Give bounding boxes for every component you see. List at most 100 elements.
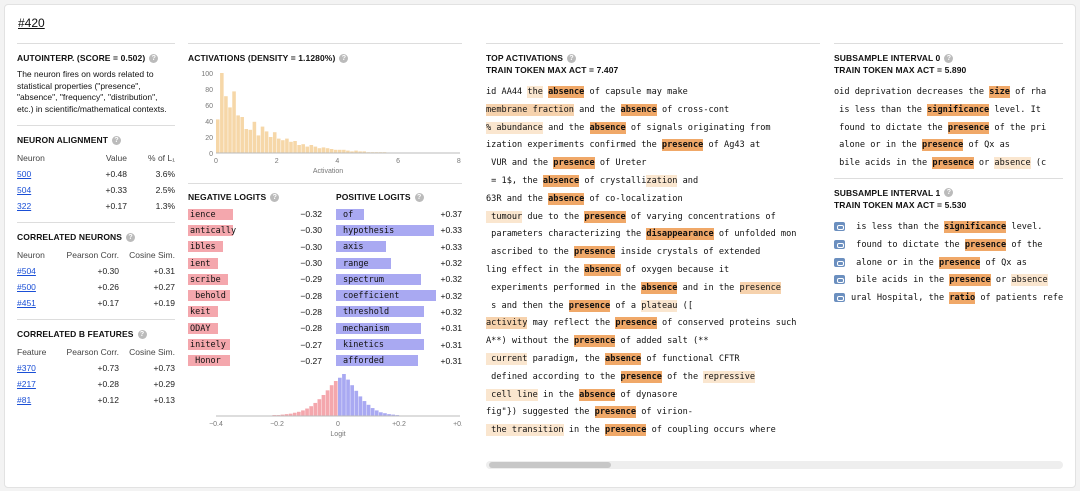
feature-id-link[interactable]: #420 — [18, 16, 45, 30]
negative-logits-title-text: NEGATIVE LOGITS — [188, 192, 267, 202]
subsample1-title-text: SUBSAMPLE INTERVAL 1 — [834, 187, 941, 198]
logit-token-wrap: mechanism — [335, 322, 421, 334]
positive-logit-bar — [366, 404, 371, 416]
row-link[interactable]: #217 — [17, 379, 36, 389]
activation-bar — [301, 144, 305, 153]
example-line[interactable]: s and then the presence of a plateau ([ — [486, 299, 820, 317]
row-link[interactable]: 322 — [17, 201, 31, 211]
row-link[interactable]: #504 — [17, 266, 36, 276]
example-line[interactable]: A**) without the presence of added salt … — [486, 334, 820, 352]
negative-logit-bar — [317, 399, 322, 416]
expand-toggle-icon[interactable] — [834, 221, 845, 231]
help-icon[interactable]: ? — [944, 53, 954, 63]
example-token: absence — [579, 388, 616, 401]
example-token: presence — [661, 139, 704, 152]
example-token: presence — [949, 274, 991, 287]
x-tick-label: −0.2 — [270, 421, 284, 428]
example-line[interactable]: VUR and the presence of Ureter — [486, 156, 820, 174]
example-line[interactable]: ization experiments confirmed the presen… — [486, 138, 820, 156]
example-line[interactable]: the transition in the presence of coupli… — [486, 423, 820, 441]
horizontal-scrollbar[interactable] — [486, 461, 1063, 469]
example-line[interactable]: = 1$, the absence of crystallization and — [486, 174, 820, 192]
example-line[interactable]: ling effect in the absence of oxygen bec… — [486, 263, 820, 281]
example-token: alone or in the — [851, 257, 939, 268]
example-line[interactable]: fig"}) suggested the presence of virion- — [486, 405, 820, 423]
y-tick-label: 20 — [205, 135, 213, 142]
correlated-neurons-title-text: CORRELATED NEURONS — [17, 232, 123, 242]
expand-toggle-icon[interactable] — [834, 257, 845, 267]
example-token: absence — [1011, 274, 1048, 287]
example-line[interactable]: bile acids in the presence or absence — [834, 273, 1063, 291]
example-line[interactable]: defined according to the presence of the… — [486, 370, 820, 388]
example-token: of added salt (** — [615, 336, 709, 347]
example-line[interactable]: experiments performed in the absence and… — [486, 281, 820, 299]
example-line[interactable]: is less than the significance level. It — [834, 103, 1063, 121]
correlated-b-title-text: CORRELATED B FEATURES — [17, 329, 134, 339]
example-token: of the pri — [989, 122, 1047, 133]
example-line[interactable]: oid deprivation decreases the size of rh… — [834, 85, 1063, 103]
example-token: s and then the — [486, 300, 569, 311]
row-link[interactable]: 500 — [17, 169, 31, 179]
logit-token: axis — [337, 242, 364, 253]
help-icon[interactable]: ? — [567, 53, 577, 63]
example-line[interactable]: found to dictate the presence of the pri — [834, 121, 1063, 139]
logit-token-wrap: ODAY — [188, 322, 218, 334]
example-line[interactable]: cell line in the absence of dynasore — [486, 388, 820, 406]
correlated-neurons-title: CORRELATED NEURONS ? — [17, 232, 175, 242]
subsample0-subtitle: TRAIN TOKEN MAX ACT = 5.890 — [834, 65, 967, 75]
top-activations-title-text: TOP ACTIVATIONS — [486, 53, 564, 63]
example-line[interactable]: membrane fraction and the absence of cro… — [486, 103, 820, 121]
help-icon[interactable]: ? — [339, 53, 349, 63]
row-link[interactable]: #370 — [17, 363, 36, 373]
example-line[interactable]: id AA44 the absence of capsule may make — [486, 85, 820, 103]
help-icon[interactable]: ? — [112, 135, 122, 145]
example-line[interactable]: parameters characterizing the disappeara… — [486, 227, 820, 245]
example-line[interactable]: ascribed to the presence inside crystals… — [486, 245, 820, 263]
logit-token-wrap: ient — [188, 257, 218, 269]
help-icon[interactable]: ? — [270, 192, 280, 202]
row-link[interactable]: #451 — [17, 298, 36, 308]
example-line[interactable]: is less than the significance level. — [834, 220, 1063, 238]
example-line[interactable]: found to dictate the presence of the — [834, 238, 1063, 256]
help-icon[interactable]: ? — [126, 232, 136, 242]
top-activations-column: TOP ACTIVATIONS ? TRAIN TOKEN MAX ACT = … — [486, 43, 820, 441]
example-token: presence — [594, 406, 637, 419]
example-line[interactable]: % abundance and the absence of signals o… — [486, 121, 820, 139]
example-line[interactable]: alone or in the presence of Qx as — [834, 138, 1063, 156]
row-link[interactable]: 504 — [17, 185, 31, 195]
positive-logit-bar — [346, 379, 350, 416]
row-link[interactable]: #81 — [17, 395, 31, 405]
example-token: or — [990, 275, 1012, 286]
example-line[interactable]: tumour due to the presence of varying co… — [486, 210, 820, 228]
scrollbar-thumb[interactable] — [489, 462, 611, 468]
expand-toggle-icon[interactable] — [834, 239, 845, 249]
activation-bar — [305, 146, 310, 153]
help-icon[interactable]: ? — [149, 53, 159, 63]
activation-bar — [232, 91, 236, 153]
table-cell: +0.12 — [97, 395, 119, 405]
table-cell: +0.29 — [153, 379, 175, 389]
expand-toggle-icon[interactable] — [834, 293, 845, 303]
logit-token: coefficient — [337, 291, 400, 302]
example-token: absence — [548, 86, 585, 98]
logit-value: +0.37 — [440, 209, 462, 220]
help-icon[interactable]: ? — [414, 192, 424, 202]
example-line[interactable]: ural Hospital, the ratio of patients ref… — [834, 291, 1063, 309]
example-line[interactable]: activity may reflect the presence of con… — [486, 316, 820, 334]
row-link[interactable]: #500 — [17, 282, 36, 292]
logit-value: −0.28 — [300, 290, 322, 301]
help-icon[interactable]: ? — [137, 329, 147, 339]
example-token: paradigm, the — [527, 353, 606, 364]
logit-value: −0.30 — [300, 258, 322, 269]
example-token: of functional CFTR — [641, 353, 740, 364]
table-cell: #81 — [17, 392, 53, 408]
example-line[interactable]: 63R and the absence of co-localization — [486, 192, 820, 210]
x-tick-label: +0.4 — [453, 421, 462, 428]
logit-token-wrap: coefficient — [335, 290, 436, 302]
example-line[interactable]: current paradigm, the absence of functio… — [486, 352, 820, 370]
help-icon[interactable]: ? — [944, 188, 954, 198]
expand-toggle-icon[interactable] — [834, 275, 845, 285]
example-line[interactable]: alone or in the presence of Qx as — [834, 256, 1063, 274]
example-line[interactable]: bile acids in the presence or absence (c — [834, 156, 1063, 174]
example-token: presence — [620, 370, 662, 383]
